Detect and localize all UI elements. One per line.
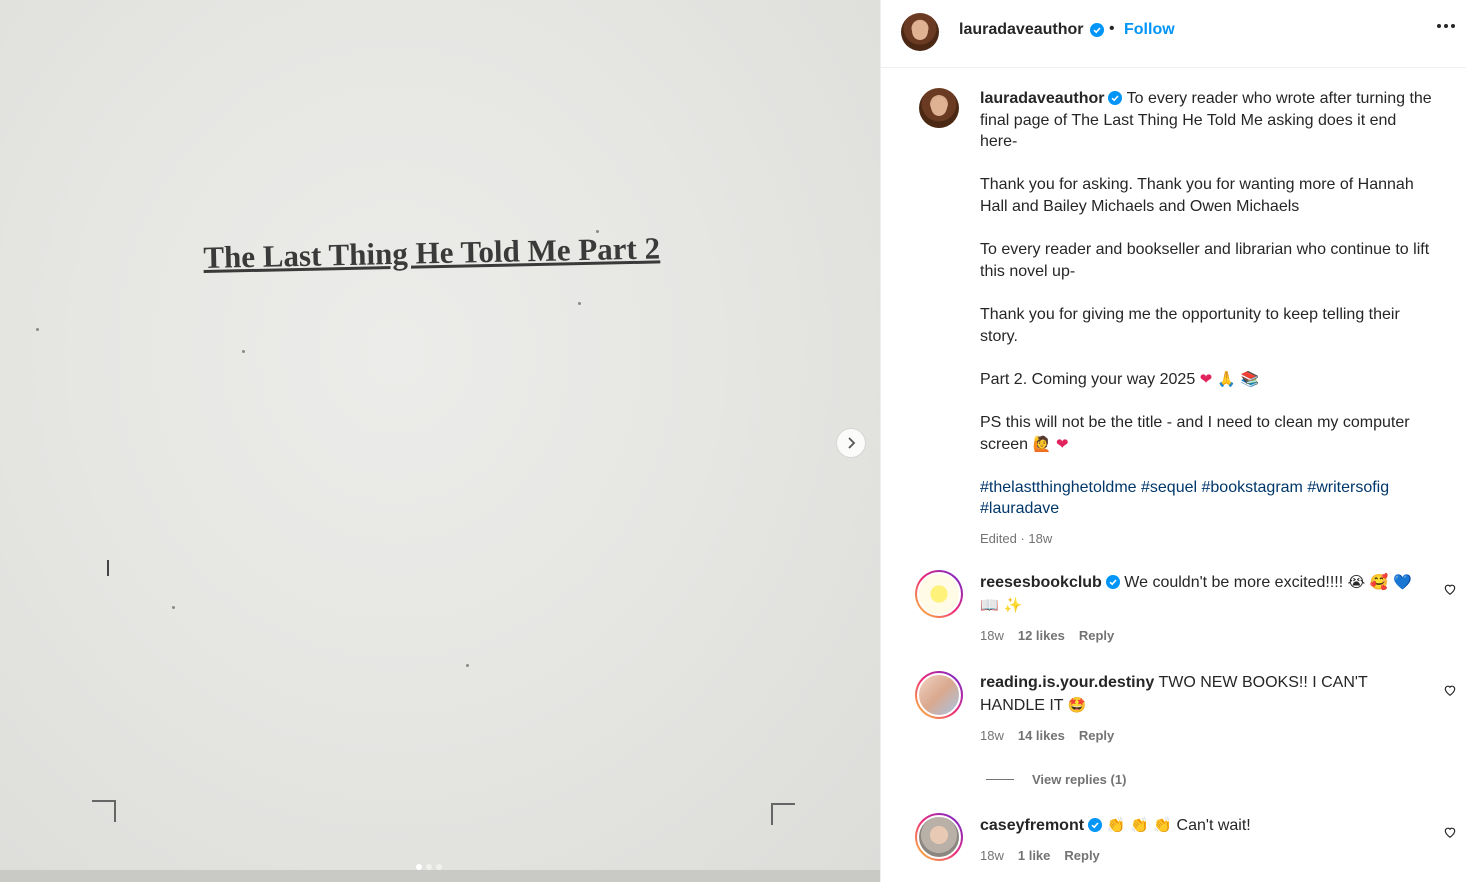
- emoji-group: 👏 👏 👏: [1106, 816, 1173, 834]
- caption-paragraph: Thank you for giving me the opportunity …: [980, 305, 1400, 345]
- commenter-username[interactable]: caseyfremont: [980, 817, 1084, 834]
- comment-time: 18w: [980, 628, 1004, 643]
- document-title: The Last Thing He Told Me Part 2: [203, 230, 661, 275]
- caption-paragraph: To every reader and bookseller and libra…: [980, 241, 1430, 280]
- dust-speck: [578, 302, 581, 305]
- view-replies-label: View replies (1): [1032, 772, 1127, 787]
- carousel-indicator: [416, 864, 442, 870]
- comment-text: We couldn't be more excited!!!!: [1124, 574, 1344, 591]
- commenter-username[interactable]: reesesbookclub: [980, 574, 1102, 591]
- text-cursor: [107, 560, 109, 576]
- comment-time: 18w: [980, 728, 1004, 743]
- caption-username[interactable]: lauradaveauthor: [980, 90, 1104, 107]
- commenter-username[interactable]: reading.is.your.destiny: [980, 674, 1154, 691]
- commenter-avatar[interactable]: [915, 570, 963, 618]
- verified-badge-icon: [1086, 22, 1104, 40]
- verified-badge-icon: [1088, 818, 1103, 832]
- screen-bezel: [0, 870, 880, 882]
- follow-button[interactable]: Follow: [1124, 21, 1175, 39]
- emoji-group: 🤩: [1067, 696, 1087, 714]
- carousel-next-button[interactable]: [836, 428, 866, 458]
- carousel-dot: [426, 864, 432, 870]
- author-avatar[interactable]: [901, 13, 939, 51]
- emoji-group: ❤ 🙏 📚: [1199, 369, 1260, 388]
- comment-likes[interactable]: 14 likes: [1018, 725, 1065, 747]
- post-media: The Last Thing He Told Me Part 2: [0, 0, 880, 882]
- dust-speck: [36, 328, 39, 331]
- view-replies-button[interactable]: View replies (1): [986, 772, 1126, 787]
- dust-speck: [242, 350, 245, 353]
- hashtags[interactable]: #thelastthinghetoldme #sequel #bookstagr…: [980, 477, 1435, 520]
- comment-likes[interactable]: 12 likes: [1018, 625, 1065, 647]
- screen-corner-mark: [92, 800, 116, 822]
- dust-speck: [466, 664, 469, 667]
- emoji-group: 🙋 ❤: [1032, 434, 1069, 453]
- reply-button[interactable]: Reply: [1064, 845, 1099, 867]
- verified-badge-icon: [1108, 91, 1123, 105]
- comment-text: Can't wait!: [1176, 817, 1251, 834]
- author-username[interactable]: lauradaveauthor: [959, 21, 1083, 39]
- reply-button[interactable]: Reply: [1079, 625, 1114, 647]
- comment-likes[interactable]: 1 like: [1018, 845, 1051, 867]
- post-sidebar: lauradaveauthor • Follow lauradaveauthor…: [880, 0, 1466, 882]
- chevron-right-icon: [848, 437, 856, 449]
- caption-text: lauradaveauthor To every reader who wrot…: [980, 88, 1435, 549]
- caption-paragraph: Thank you for asking. Thank you for want…: [980, 176, 1414, 215]
- caption-paragraph: Part 2. Coming your way 2025: [980, 370, 1196, 388]
- like-heart-icon[interactable]: [1443, 683, 1457, 697]
- carousel-dot: [416, 864, 422, 870]
- caption-meta: Edited · 18w: [980, 530, 1053, 546]
- screen-corner-mark: [771, 803, 795, 825]
- commenter-avatar[interactable]: [915, 813, 963, 861]
- caption-avatar[interactable]: [919, 88, 959, 128]
- verified-badge-icon: [1105, 575, 1120, 589]
- like-heart-icon[interactable]: [1443, 582, 1457, 596]
- replies-divider: [986, 779, 1014, 780]
- more-options-icon[interactable]: [1437, 24, 1455, 28]
- like-heart-icon[interactable]: [1443, 825, 1457, 839]
- dust-speck: [172, 606, 175, 609]
- header-separator: •: [1109, 20, 1115, 37]
- comment-time: 18w: [980, 848, 1004, 863]
- carousel-dot: [436, 864, 442, 870]
- commenter-avatar[interactable]: [915, 671, 963, 719]
- post-header: lauradaveauthor • Follow: [881, 0, 1466, 68]
- reply-button[interactable]: Reply: [1079, 725, 1114, 747]
